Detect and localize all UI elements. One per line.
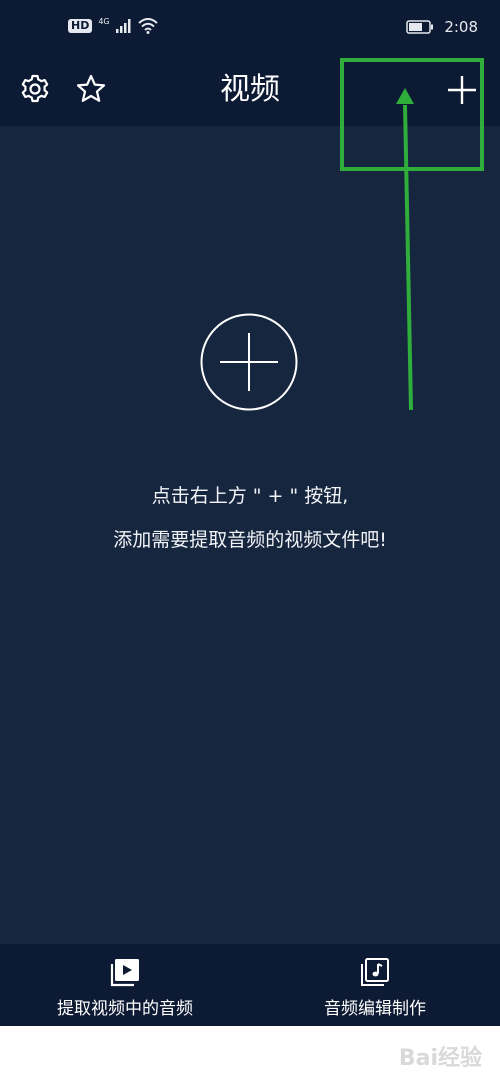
status-left: HD 4G xyxy=(68,16,158,34)
hint-line-2: 添加需要提取音频的视频文件吧! xyxy=(113,529,387,551)
settings-button[interactable] xyxy=(16,70,54,108)
hint-line-1: 点击右上方 " + " 按钮, xyxy=(151,485,349,507)
hd-badge: HD xyxy=(68,19,93,33)
add-video-circle-button[interactable] xyxy=(200,313,298,411)
signal-icon xyxy=(115,19,131,33)
nav-extract-audio[interactable]: 提取视频中的音频 xyxy=(40,944,210,1026)
video-play-icon xyxy=(110,959,139,987)
settings-icon xyxy=(21,74,49,103)
watermark: Bai经验 xyxy=(398,1046,482,1071)
nav-audio-edit[interactable]: 音频编辑制作 xyxy=(310,944,440,1026)
plus-circle-icon xyxy=(200,313,298,411)
nav-audio-edit-label: 音频编辑制作 xyxy=(324,999,426,1019)
favorites-button[interactable] xyxy=(72,70,110,108)
empty-state: 点击右上方 " + " 按钮, 添加需要提取音频的视频文件吧! xyxy=(0,126,500,944)
wifi-icon xyxy=(137,18,158,34)
status-right: 2:08 xyxy=(406,18,478,36)
annotation-highlight-box xyxy=(340,58,484,171)
bottom-nav: 提取视频中的音频 音频编辑制作 xyxy=(0,944,500,1026)
status-time: 2:08 xyxy=(444,18,478,36)
network-type: 4G xyxy=(98,16,110,26)
music-note-icon xyxy=(361,958,389,986)
status-bar: HD 4G 2:08 xyxy=(0,0,500,58)
battery-icon xyxy=(406,20,434,34)
nav-extract-audio-label: 提取视频中的音频 xyxy=(57,999,193,1019)
star-icon xyxy=(76,74,106,102)
